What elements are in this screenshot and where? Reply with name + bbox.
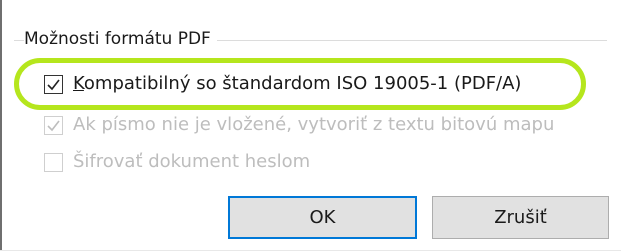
cancel-button[interactable]: Zrušiť bbox=[432, 196, 609, 239]
pdfa-compatible-option[interactable]: Kompatibilný so štandardom ISO 19005-1 (… bbox=[44, 72, 521, 96]
pdfa-label-accel: K bbox=[73, 73, 84, 94]
window-left-border bbox=[0, 0, 2, 251]
encrypt-password-label: Šifrovať dokument heslom bbox=[73, 151, 311, 172]
ok-button[interactable]: OK bbox=[228, 196, 417, 239]
pdfa-label-text: ompatibilný so štandardom ISO 19005-1 (P… bbox=[83, 73, 522, 94]
bitmap-text-option[interactable]: Ak písmo nie je vložené, vytvoriť z text… bbox=[44, 113, 554, 137]
pdfa-label: Kompatibilný so štandardom ISO 19005-1 (… bbox=[73, 72, 521, 96]
group-title: Možnosti formátu PDF bbox=[24, 28, 217, 50]
bitmap-text-label: Ak písmo nie je vložené, vytvoriť z text… bbox=[73, 114, 555, 135]
pdfa-checkbox[interactable] bbox=[44, 74, 63, 94]
bitmap-text-checkbox[interactable] bbox=[44, 115, 63, 135]
encrypt-password-option[interactable]: Šifrovať dokument heslom bbox=[44, 150, 310, 174]
checkmark-icon bbox=[47, 120, 60, 131]
checkmark-icon bbox=[47, 79, 60, 90]
encrypt-password-checkbox[interactable] bbox=[44, 152, 63, 172]
